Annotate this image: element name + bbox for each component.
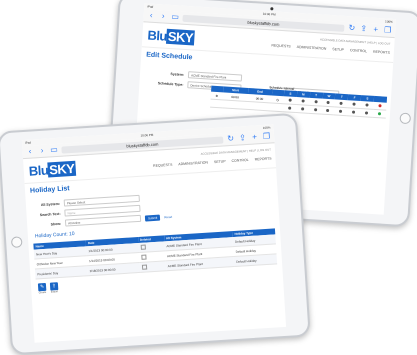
new-tab-icon[interactable]: + xyxy=(371,25,380,35)
top-links[interactable]: ACCESSIBLE DATA MANAGEMENT | HELP | LOG … xyxy=(320,37,391,45)
logo-sky: SKY xyxy=(47,160,76,178)
day-toggle[interactable] xyxy=(308,105,322,115)
system-filter-label: All System: xyxy=(40,201,61,207)
cell-holiday-type: Default Holiday xyxy=(233,253,278,267)
day-toggle[interactable] xyxy=(347,107,361,117)
search-label: Search Text: xyxy=(39,211,61,217)
logo-text: Blu xyxy=(28,162,49,179)
add-icon xyxy=(377,111,382,115)
remove-icon xyxy=(378,103,382,107)
menu-requests[interactable]: REQUESTS xyxy=(271,43,290,48)
tabs-icon[interactable]: ❐ xyxy=(262,132,271,141)
back-icon[interactable]: ‹ xyxy=(146,11,155,20)
menu-requests[interactable]: REQUESTS xyxy=(153,163,172,168)
menu-setup[interactable]: SETUP xyxy=(332,47,344,52)
clock: 10:06 PM xyxy=(262,11,276,17)
toggle-icon xyxy=(339,109,343,113)
logo-sky: SKY xyxy=(166,28,195,46)
toggle-icon xyxy=(314,99,318,103)
menu-reports[interactable]: REPORTS xyxy=(255,156,272,161)
toggle-icon xyxy=(352,102,356,106)
menu-administration[interactable]: ADMINISTRATION xyxy=(178,160,208,166)
day-toggle[interactable] xyxy=(334,106,348,116)
deleted-checkbox[interactable] xyxy=(140,244,146,250)
create-label: Create xyxy=(38,290,47,295)
menu-control[interactable]: CONTROL xyxy=(231,158,248,163)
bookmarks-icon[interactable]: ▭ xyxy=(170,12,179,22)
export-action[interactable]: ⇪ Export xyxy=(49,282,59,294)
logo-text: Blu xyxy=(147,27,168,44)
camera xyxy=(270,7,274,11)
menu-control[interactable]: CONTROL xyxy=(350,48,367,53)
submit-button[interactable]: Submit xyxy=(144,214,161,222)
day-toggle[interactable] xyxy=(321,106,335,115)
system-label: System: xyxy=(170,71,185,77)
tablet-front: iPad 10:06 PM 100% ‹ › ▭ bluskystaffdb.c… xyxy=(0,112,311,355)
empty-cell xyxy=(222,99,248,110)
export-label: Export xyxy=(50,290,59,294)
toggle-icon xyxy=(352,110,356,114)
carrier: iPad xyxy=(24,140,32,145)
empty-cell xyxy=(246,101,272,111)
day-toggle[interactable] xyxy=(295,104,310,114)
forward-icon[interactable]: › xyxy=(37,146,46,156)
tabs-icon[interactable]: ❐ xyxy=(383,25,392,35)
toggle-icon xyxy=(313,107,317,111)
reload-icon[interactable]: ↻ xyxy=(226,134,235,144)
day-toggle[interactable] xyxy=(282,103,297,113)
toggle-icon xyxy=(288,106,292,110)
reload-icon[interactable]: ↻ xyxy=(347,23,356,33)
share-icon[interactable]: ⇪ xyxy=(238,133,247,143)
home-button[interactable] xyxy=(10,236,23,248)
logo[interactable]: BluSKY xyxy=(28,160,76,179)
toggle-icon xyxy=(339,101,344,105)
clock: 10:06 PM xyxy=(140,132,154,138)
reset-link[interactable]: Reset xyxy=(164,214,172,218)
day-toggle[interactable] xyxy=(359,108,374,118)
battery: 100% xyxy=(384,19,393,24)
carrier: iPad xyxy=(147,4,154,9)
back-icon[interactable]: ‹ xyxy=(25,147,34,156)
toggle-icon xyxy=(326,108,330,112)
main-menu: REQUESTS ADMINISTRATION SETUP CONTROL RE… xyxy=(271,43,390,54)
deleted-checkbox[interactable] xyxy=(141,264,147,270)
main-menu: REQUESTS ADMINISTRATION SETUP CONTROL RE… xyxy=(153,156,272,167)
holiday-list-screen: iPad 10:06 PM 100% ‹ › ▭ bluskystaffdb.c… xyxy=(21,124,287,343)
toggle-icon xyxy=(301,98,305,103)
bookmarks-icon[interactable]: ▭ xyxy=(49,145,58,155)
battery: 100% xyxy=(262,125,271,130)
cell-deleted xyxy=(139,260,166,273)
home-button[interactable] xyxy=(399,112,412,125)
show-label: Show: xyxy=(50,221,62,226)
toggle-icon xyxy=(300,106,305,111)
top-links[interactable]: ACCESSIBLE DATA MANAGEMENT | HELP | LOG … xyxy=(201,147,272,155)
deleted-checkbox[interactable] xyxy=(140,254,147,260)
system-select[interactable]: ACME Standard Fire Plant xyxy=(187,71,243,82)
menu-reports[interactable]: REPORTS xyxy=(373,50,390,55)
share-icon[interactable]: ⇪ xyxy=(359,24,368,34)
menu-setup[interactable]: SETUP xyxy=(214,159,226,164)
schedule-grid: Start End S M T W T F S ⚙ 00:00 06:00 ◷ xyxy=(210,85,388,119)
toggle-icon xyxy=(327,100,331,104)
logo[interactable]: BluSKY xyxy=(147,28,195,46)
add-row-icon[interactable] xyxy=(372,109,387,119)
cell-name[interactable]: Presidents' Day xyxy=(34,265,88,280)
toggle-icon xyxy=(365,102,369,107)
menu-administration[interactable]: ADMINISTRATION xyxy=(297,45,327,51)
empty-cell xyxy=(271,102,284,112)
cell-date: 2/18/2013 00:00:00 xyxy=(87,262,141,276)
new-tab-icon[interactable]: + xyxy=(250,132,259,142)
toggle-icon xyxy=(288,98,292,102)
schedule-type-label: Schedule Type: xyxy=(157,80,184,87)
toggle-icon xyxy=(365,110,369,115)
empty-cell xyxy=(210,99,223,108)
forward-icon[interactable]: › xyxy=(158,11,167,21)
create-action[interactable]: ✎ Create xyxy=(37,282,47,295)
